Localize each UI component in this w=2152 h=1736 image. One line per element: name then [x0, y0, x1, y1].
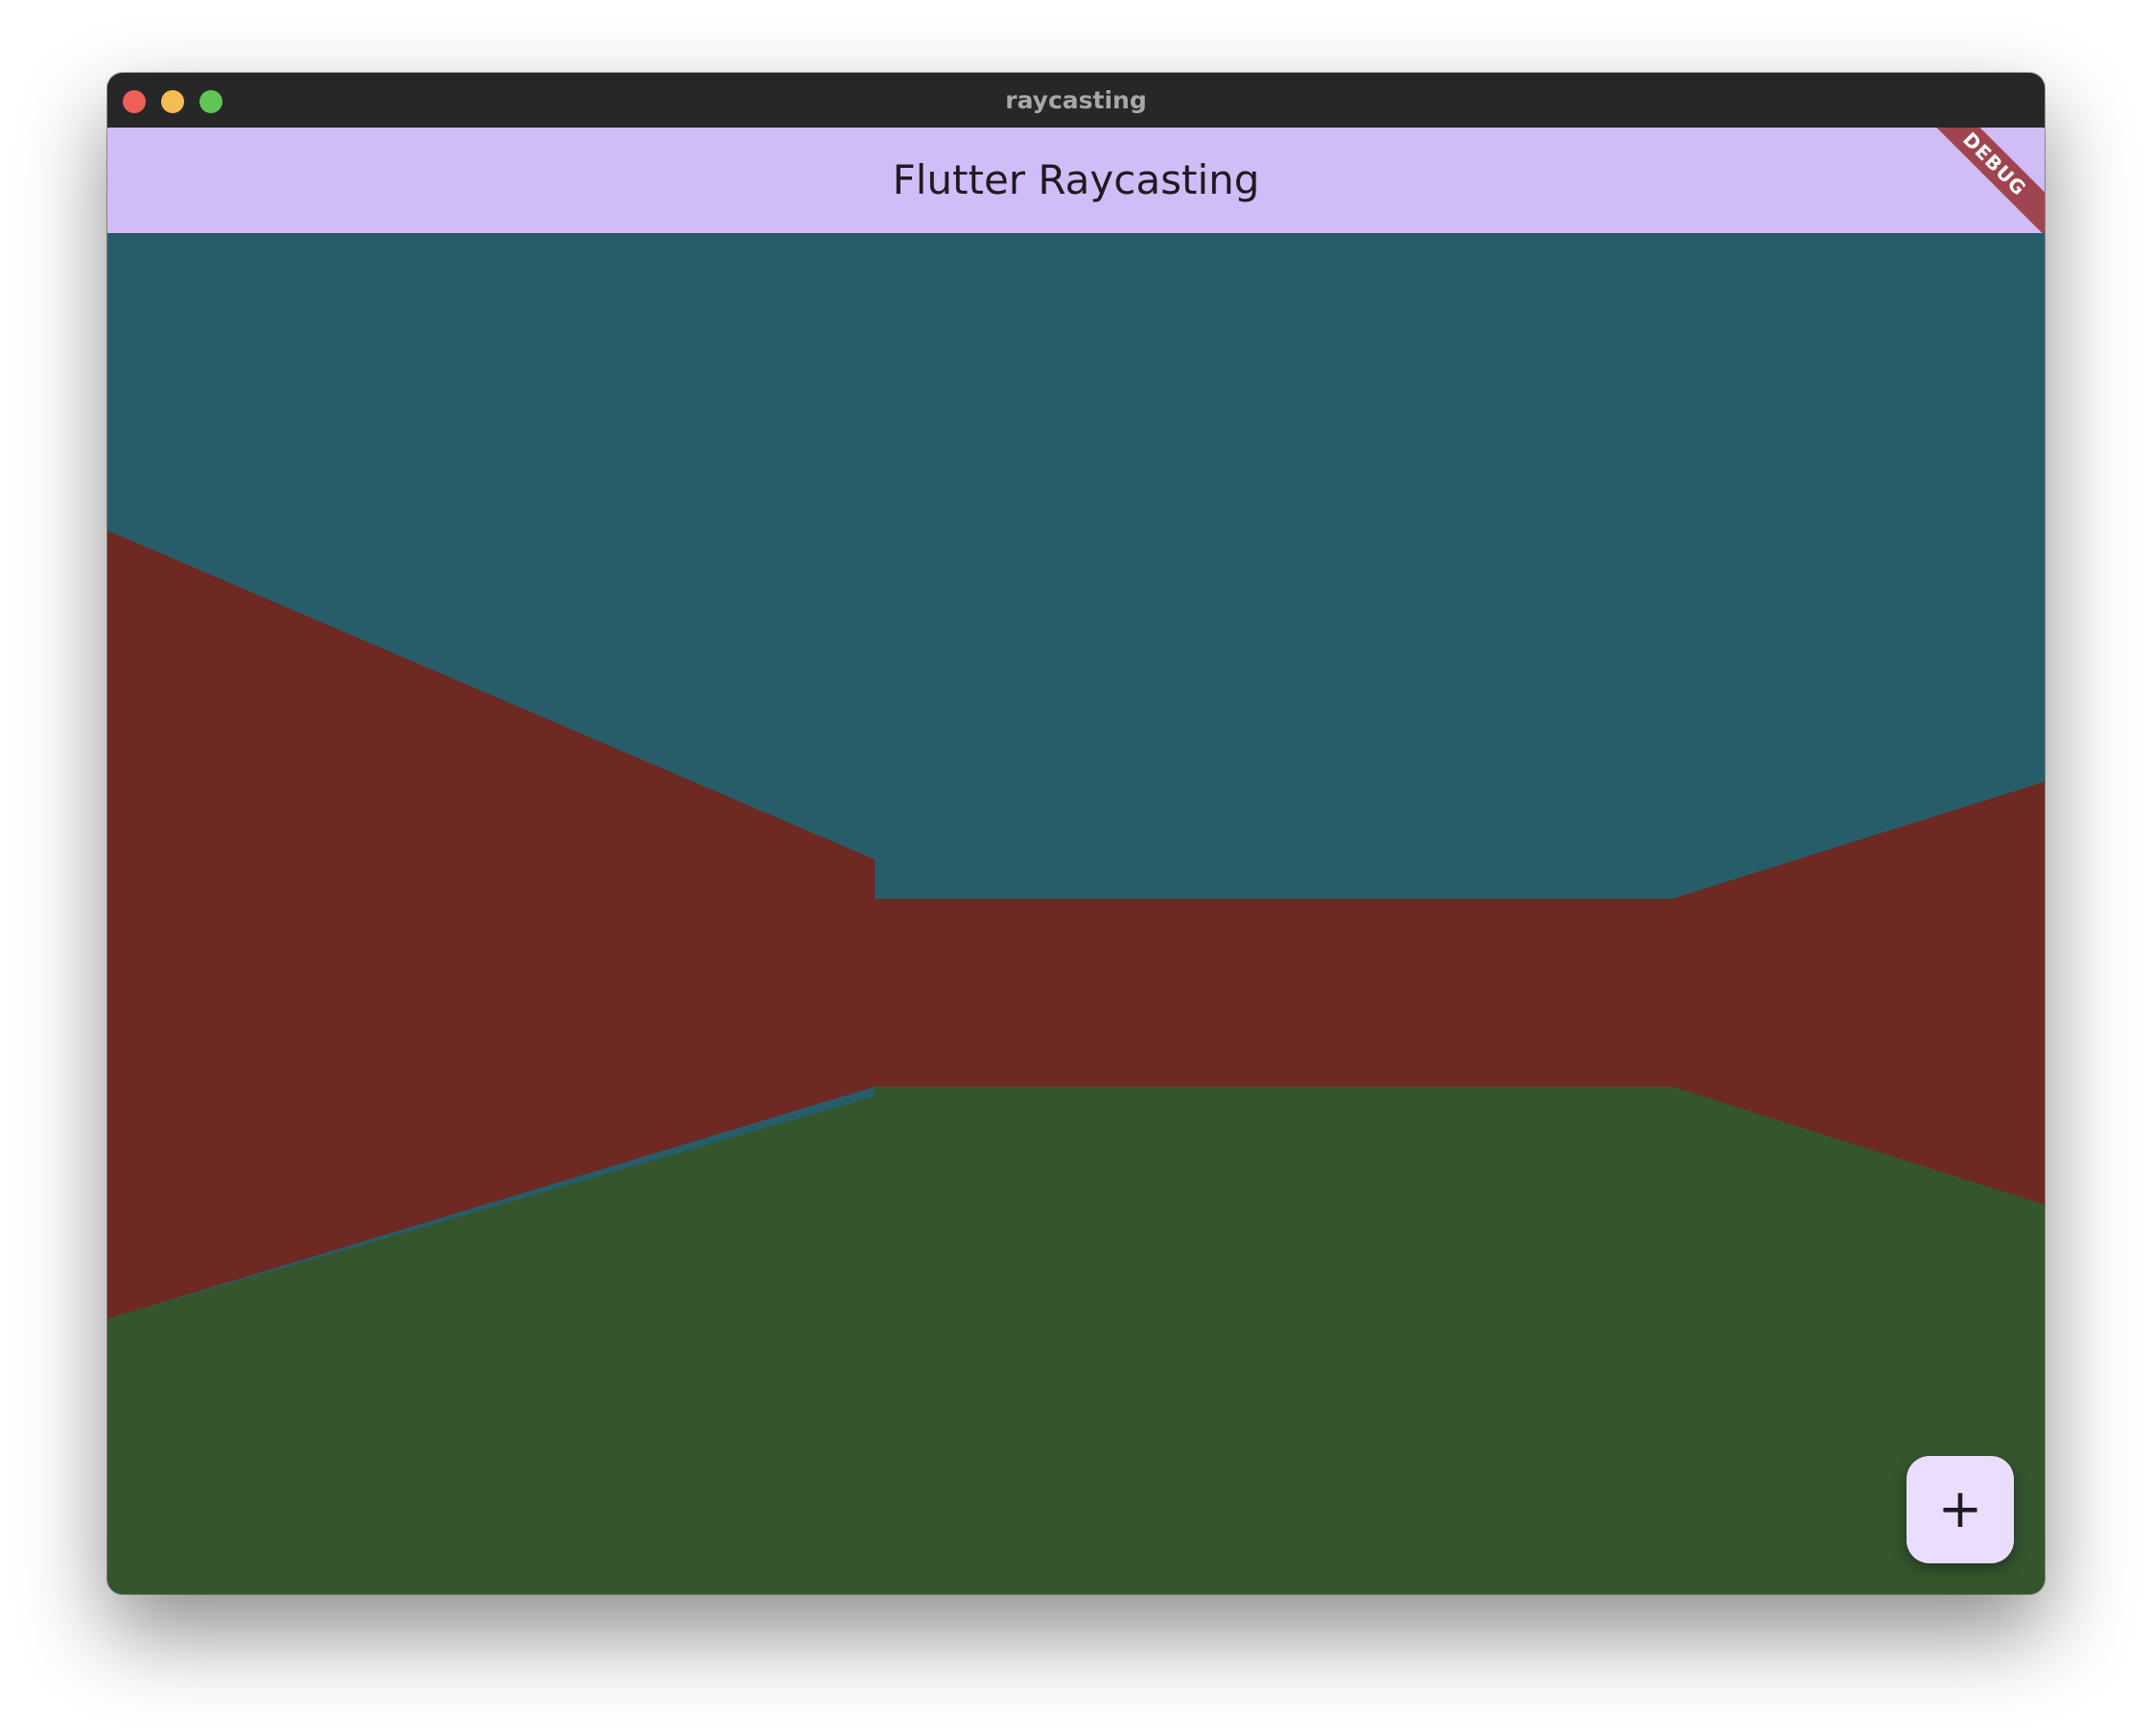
plus-icon: + [1937, 1478, 1983, 1540]
app-bar: Flutter Raycasting DEBUG [107, 128, 2045, 233]
center-wall-top [875, 859, 1672, 899]
center-wall [875, 899, 1672, 1087]
app-window: raycasting Flutter Raycasting DEBUG + [107, 73, 2045, 1594]
window-title: raycasting [1005, 86, 1147, 114]
window-titlebar[interactable]: raycasting [107, 73, 2045, 128]
page-title: Flutter Raycasting [892, 156, 1260, 203]
raycast-scene [107, 233, 2045, 1594]
add-button[interactable]: + [1906, 1456, 2014, 1563]
